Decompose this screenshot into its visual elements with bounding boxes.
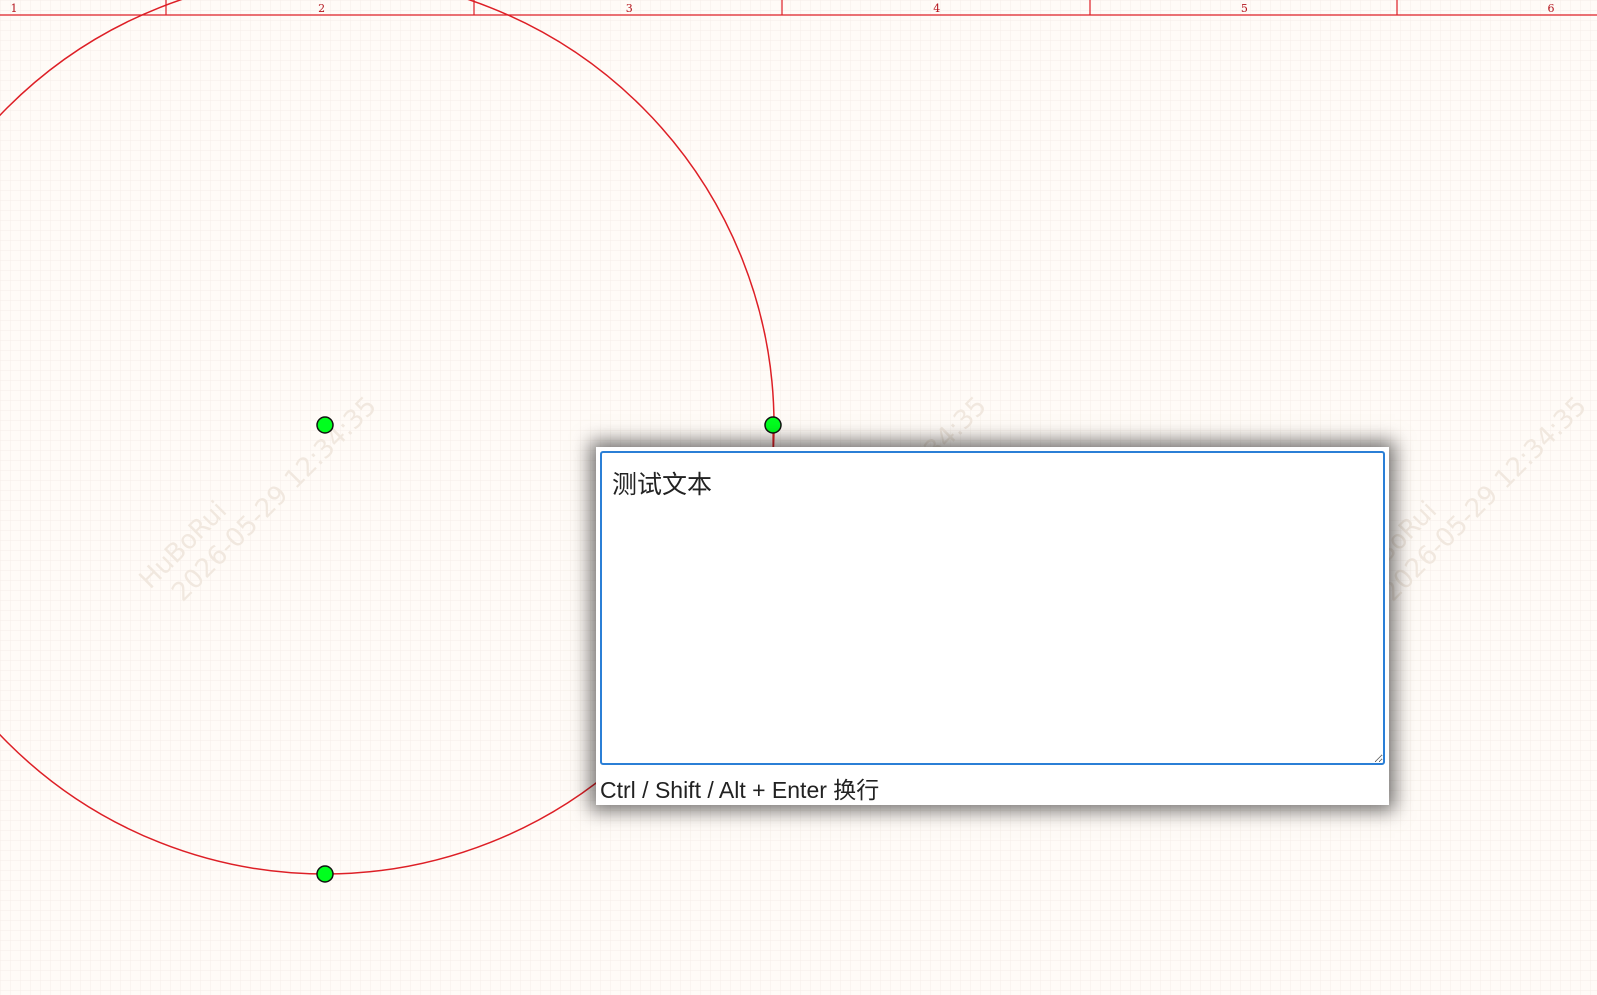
newline-hint-label: Ctrl / Shift / Alt + Enter 换行: [600, 777, 880, 803]
ruler-label: 4: [933, 2, 940, 15]
ruler-label: 5: [1241, 2, 1248, 15]
radius-handle-bottom[interactable]: [316, 865, 334, 883]
ruler-label: 1: [11, 2, 18, 15]
text-editor-popup: Ctrl / Shift / Alt + Enter 换行: [596, 447, 1389, 805]
ruler-label: 2: [318, 2, 325, 15]
text-editor-input[interactable]: [600, 451, 1385, 765]
ruler-label: 6: [1548, 2, 1555, 15]
center-handle[interactable]: [316, 416, 334, 434]
radius-handle-right[interactable]: [764, 416, 782, 434]
ruler-label: 3: [626, 2, 633, 15]
